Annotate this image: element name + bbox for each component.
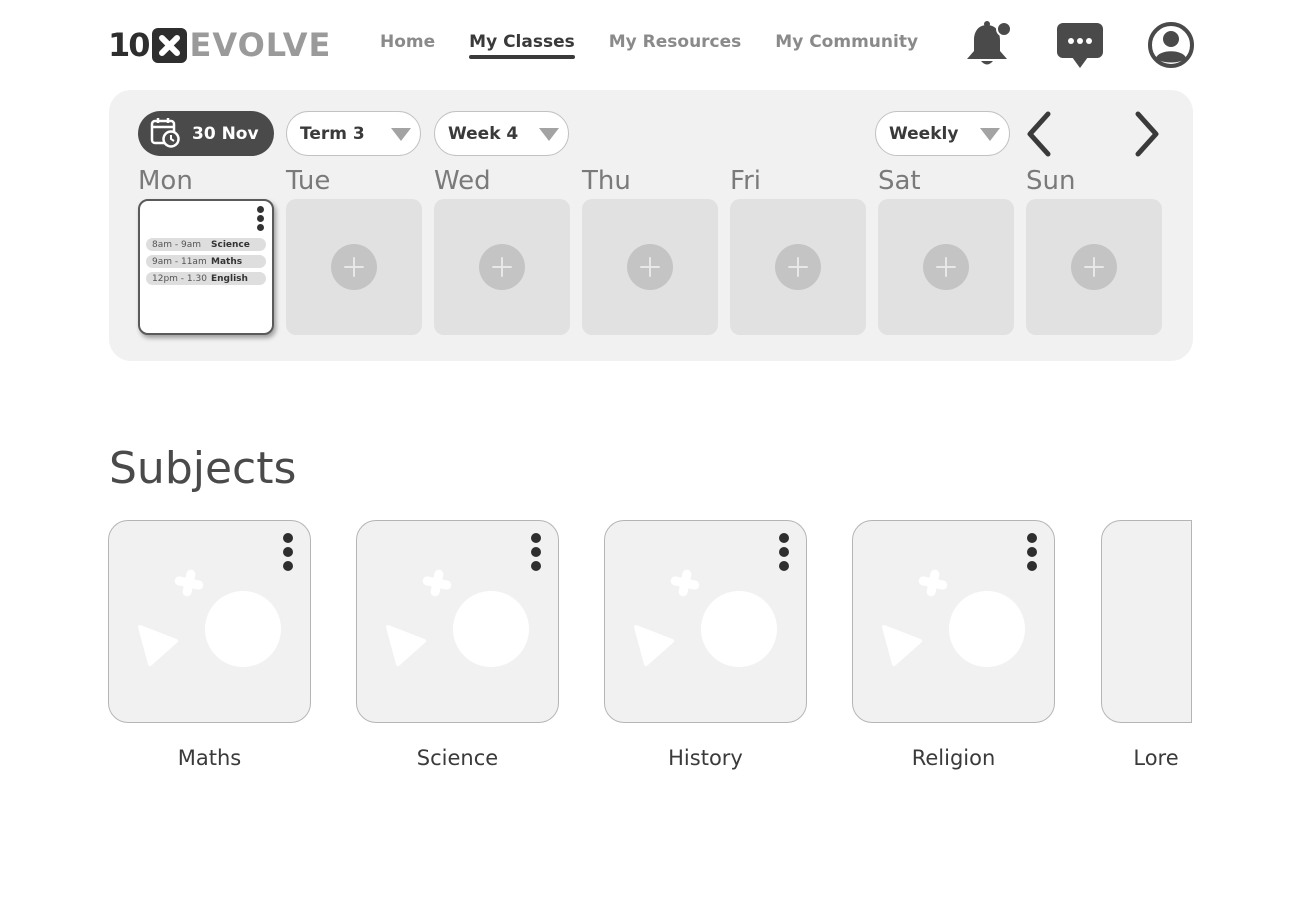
subject-card-lore[interactable] <box>1101 520 1192 723</box>
chevron-down-icon <box>391 128 411 141</box>
date-picker-button[interactable]: 30 Nov <box>138 111 274 156</box>
nav-my-community[interactable]: My Community <box>775 32 918 52</box>
placeholder-image-icon <box>634 569 777 667</box>
add-class-icon[interactable] <box>775 244 821 290</box>
logo-x-icon <box>151 27 187 63</box>
more-options-icon[interactable] <box>531 533 543 573</box>
more-options-icon[interactable] <box>257 206 265 234</box>
subject-label-religion: Religion <box>911 746 996 770</box>
placeholder-image-icon <box>386 569 529 667</box>
user-icon[interactable] <box>1147 21 1195 73</box>
view-select[interactable]: Weekly <box>875 111 1010 156</box>
subject-card-science[interactable] <box>356 520 559 723</box>
day-label-sun: Sun <box>1026 166 1076 196</box>
next-week-button[interactable] <box>1130 110 1164 158</box>
current-date: 30 Nov <box>192 123 259 144</box>
prev-week-button[interactable] <box>1022 110 1056 158</box>
subject-label-science: Science <box>416 746 499 770</box>
class-time: 12pm - 1.30 <box>152 273 207 284</box>
day-card-tue[interactable] <box>286 199 422 335</box>
add-class-icon[interactable] <box>627 244 673 290</box>
day-label-thu: Thu <box>582 166 631 196</box>
subject-card-religion[interactable] <box>852 520 1055 723</box>
placeholder-image-icon <box>138 569 281 667</box>
subjects-heading: Subjects <box>109 443 297 494</box>
add-class-icon[interactable] <box>331 244 377 290</box>
day-card-fri[interactable] <box>730 199 866 335</box>
day-label-mon: Mon <box>138 166 193 196</box>
day-card-wed[interactable] <box>434 199 570 335</box>
logo-text-10: 10 <box>108 26 151 64</box>
week-select-value: Week 4 <box>448 123 519 144</box>
nav-home[interactable]: Home <box>380 32 435 52</box>
day-card-mon[interactable]: 8am - 9am Science 9am - 11am Maths 12pm … <box>138 199 274 335</box>
view-select-value: Weekly <box>889 123 959 144</box>
class-entry[interactable]: 12pm - 1.30 English <box>146 272 266 285</box>
day-label-fri: Fri <box>730 166 761 196</box>
class-subject: English <box>211 273 248 284</box>
calendar-clock-icon <box>150 116 180 152</box>
subject-card-history[interactable] <box>604 520 807 723</box>
app-logo[interactable]: 10 EVOLVE <box>108 26 331 64</box>
day-label-tue: Tue <box>286 166 331 196</box>
logo-text-evolve: EVOLVE <box>189 26 332 64</box>
add-class-icon[interactable] <box>1071 244 1117 290</box>
more-options-icon[interactable] <box>283 533 295 573</box>
day-card-sun[interactable] <box>1026 199 1162 335</box>
week-calendar: 30 Nov Term 3 Week 4 Weekly Mon Tue Wed … <box>109 90 1193 361</box>
class-time: 8am - 9am <box>152 239 201 250</box>
subject-card-maths[interactable] <box>108 520 311 723</box>
class-subject: Maths <box>211 256 243 267</box>
more-options-icon[interactable] <box>779 533 791 573</box>
notification-dot <box>996 21 1012 37</box>
day-card-thu[interactable] <box>582 199 718 335</box>
class-entry[interactable]: 8am - 9am Science <box>146 238 266 251</box>
day-label-sat: Sat <box>878 166 921 196</box>
chevron-down-icon <box>980 128 1000 141</box>
nav-my-resources[interactable]: My Resources <box>609 32 742 52</box>
placeholder-image-icon <box>882 569 1025 667</box>
class-time: 9am - 11am <box>152 256 207 267</box>
class-subject: Science <box>211 239 250 250</box>
term-select-value: Term 3 <box>300 123 365 144</box>
chevron-right-icon <box>1135 111 1159 157</box>
day-label-wed: Wed <box>434 166 491 196</box>
subject-label-maths: Maths <box>177 746 242 770</box>
main-nav: Home My Classes My Resources My Communit… <box>380 32 918 59</box>
day-card-sat[interactable] <box>878 199 1014 335</box>
add-class-icon[interactable] <box>479 244 525 290</box>
add-class-icon[interactable] <box>923 244 969 290</box>
term-select[interactable]: Term 3 <box>286 111 421 156</box>
chevron-down-icon <box>539 128 559 141</box>
class-entry[interactable]: 9am - 11am Maths <box>146 255 266 268</box>
nav-my-classes[interactable]: My Classes <box>469 32 575 59</box>
subject-label-history: History <box>668 746 743 770</box>
week-select[interactable]: Week 4 <box>434 111 569 156</box>
chat-icon[interactable] <box>1056 22 1104 74</box>
more-options-icon[interactable] <box>1027 533 1039 573</box>
bell-icon[interactable] <box>962 20 1014 74</box>
chevron-left-icon <box>1027 111 1051 157</box>
subject-label-lore: Lore <box>1133 746 1179 770</box>
